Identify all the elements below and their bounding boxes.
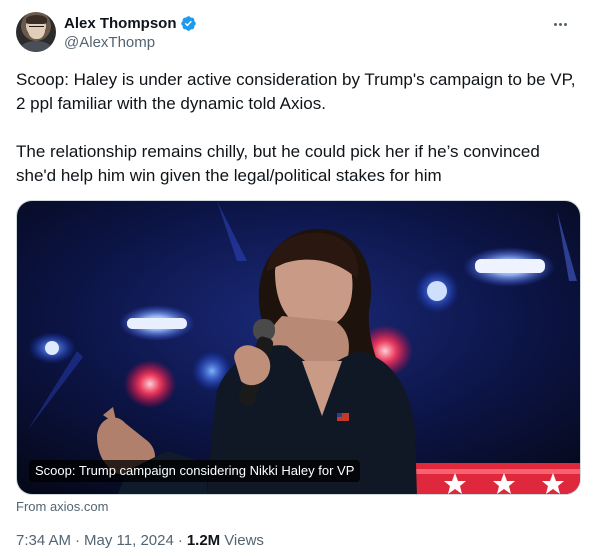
more-horizontal-icon	[553, 22, 557, 26]
separator: ·	[75, 532, 81, 549]
author-block: Alex Thompson @AlexThomp	[64, 13, 197, 51]
tweet-date[interactable]: May 11, 2024	[84, 532, 174, 549]
link-card[interactable]: Scoop: Trump campaign considering Nikki …	[16, 200, 581, 495]
author-display-name[interactable]: Alex Thompson	[64, 15, 177, 32]
author-handle[interactable]: @AlexThomp	[64, 34, 197, 51]
tweet-text: Scoop: Haley is under active considerati…	[16, 70, 576, 185]
card-source-link[interactable]: From axios.com	[16, 499, 108, 514]
card-caption: Scoop: Trump campaign considering Nikki …	[29, 460, 361, 482]
more-options-button[interactable]	[547, 14, 573, 34]
tweet-meta: 7:34 AM · May 11, 2024 · 1.2M Views	[16, 532, 264, 549]
tweet-header: Alex Thompson @AlexThomp	[16, 12, 577, 56]
views-count: 1.2M	[186, 532, 221, 549]
tweet-time[interactable]: 7:34 AM	[16, 532, 71, 549]
verified-badge-icon	[180, 15, 196, 31]
avatar[interactable]	[16, 12, 56, 52]
views-label: Views	[224, 532, 264, 549]
card-image	[17, 201, 580, 494]
separator: ·	[177, 532, 183, 549]
